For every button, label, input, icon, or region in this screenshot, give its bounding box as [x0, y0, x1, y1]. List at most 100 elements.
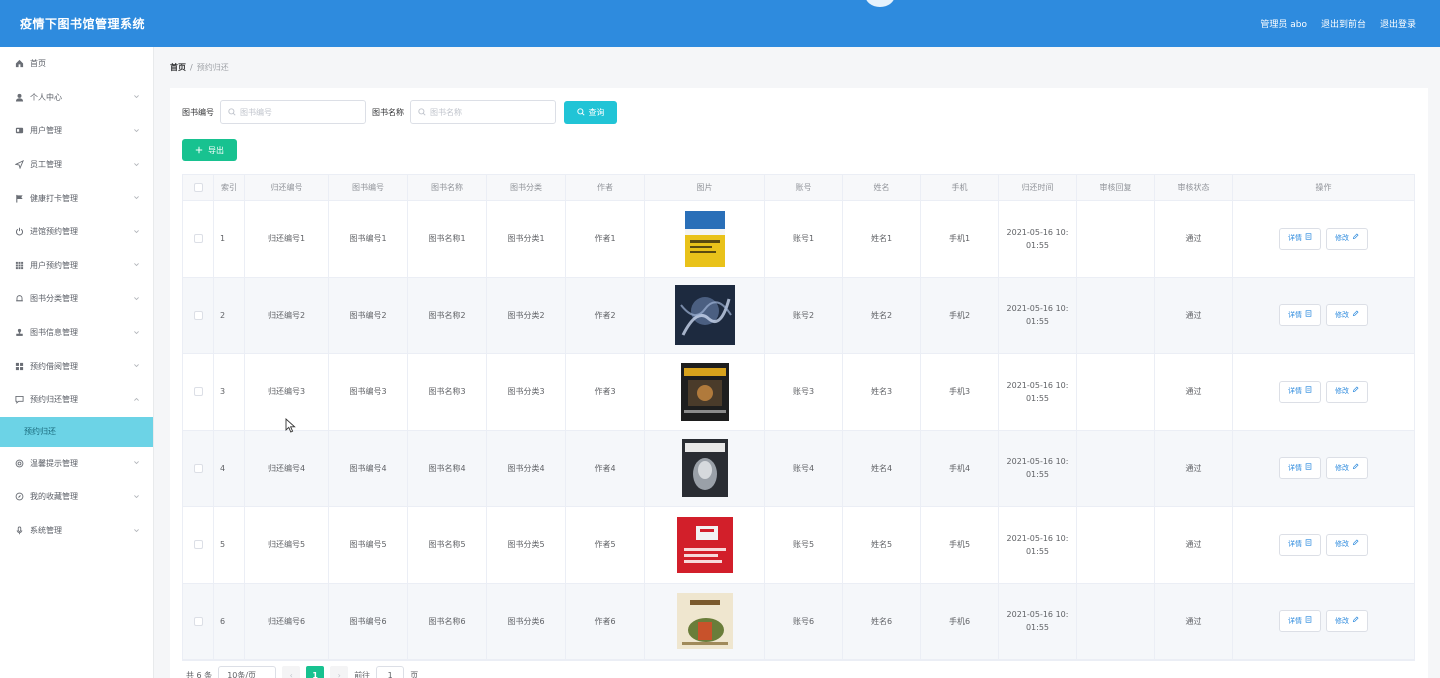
category-value: 图书分类4: [507, 463, 545, 473]
table-row: 3 归还编号3 图书编号3 图书名称3 图书分类3 作者3 账号3 姓名3 手机3 2021-05…: [183, 354, 1414, 431]
prev-page-button[interactable]: ‹: [282, 666, 301, 678]
chevron-right-icon: ›: [337, 670, 341, 678]
top-header: 疫情下图书馆管理系统 管理员 abo 退出到前台 退出登录: [0, 0, 1440, 47]
edit-button[interactable]: 修改: [1326, 304, 1368, 327]
index-value: 6: [220, 616, 226, 626]
column-header: 图片: [645, 175, 765, 200]
row-actions: 详情 修改: [1279, 610, 1368, 633]
name-cell: 姓名5: [843, 507, 921, 583]
book-no-input[interactable]: 图书编号: [220, 100, 366, 124]
sidebar-bell-item[interactable]: 图书分类管理: [0, 282, 153, 316]
goto-page-input[interactable]: 1: [376, 666, 405, 678]
edit-button[interactable]: 修改: [1326, 227, 1368, 250]
sidebar-help-item[interactable]: 温馨提示管理: [0, 447, 153, 481]
index-value: 1: [220, 234, 226, 244]
column-header-label: 审核状态: [1177, 183, 1210, 192]
select-all-checkbox[interactable]: [193, 183, 203, 192]
return-time-value: 2021-05-16 10:01:55: [1006, 533, 1069, 556]
sidebar-subitem-return[interactable]: 预约归还: [0, 416, 153, 447]
document-icon: [1305, 385, 1312, 398]
sidebar-message-item[interactable]: 预约归还管理: [0, 383, 153, 417]
actions-cell: 详情 修改: [1233, 278, 1414, 354]
query-button[interactable]: 查询: [564, 100, 617, 124]
row-checkbox[interactable]: [193, 616, 203, 626]
review-reply-cell: [1077, 354, 1155, 430]
sidebar-home-item[interactable]: 首页: [0, 47, 153, 81]
search-form: 图书编号 图书编号 图书名称 图书名称 查询: [182, 100, 617, 124]
review-reply-cell: [1077, 507, 1155, 583]
export-button[interactable]: 导出: [182, 139, 237, 161]
row-checkbox[interactable]: [193, 234, 203, 244]
author-value: 作者6: [594, 616, 616, 626]
review-status-cell: 通过: [1155, 430, 1233, 506]
sidebar-stamp-item[interactable]: 图书信息管理: [0, 316, 153, 350]
row-checkbox[interactable]: [193, 540, 203, 550]
book-cover-image: [675, 438, 735, 498]
edit-button[interactable]: 修改: [1326, 380, 1368, 403]
table-row: 4 归还编号4 图书编号4 图书名称4 图书分类4 作者4 账号4 姓名4 手机4 2021-05…: [183, 430, 1414, 507]
name-value: 姓名3: [870, 387, 893, 397]
detail-button-label: 详情: [1288, 310, 1302, 319]
sidebar-flag-item[interactable]: 健康打卡管理: [0, 181, 153, 215]
sidebar-mic-item[interactable]: 系统管理: [0, 514, 153, 548]
page-size-select[interactable]: 10条/页: [218, 666, 277, 678]
select-all-cell[interactable]: [183, 175, 214, 200]
detail-button[interactable]: 详情: [1279, 304, 1321, 327]
row-select-cell: [183, 201, 214, 277]
sidebar-item-label: 员工管理: [30, 160, 62, 170]
sidebar-power-item[interactable]: 进馆预约管理: [0, 215, 153, 249]
column-header-label: 姓名: [873, 183, 890, 192]
author-cell: 作者4: [566, 430, 645, 506]
page-number-label: 1: [312, 670, 318, 678]
sidebar-compass-item[interactable]: 我的收藏管理: [0, 480, 153, 514]
detail-button[interactable]: 详情: [1279, 610, 1321, 633]
back-to-front-link[interactable]: 退出到前台: [1321, 17, 1366, 30]
book-no-cell: 图书编号6: [329, 583, 408, 659]
edit-button[interactable]: 修改: [1326, 457, 1368, 480]
book-name-input[interactable]: 图书名称: [410, 100, 556, 124]
column-header: 审核状态: [1155, 175, 1233, 200]
row-checkbox[interactable]: [193, 387, 203, 397]
logout-link[interactable]: 退出登录: [1380, 17, 1416, 30]
author-value: 作者3: [594, 387, 616, 397]
breadcrumb: 首页 / 预约归还: [170, 62, 229, 73]
help-icon: [14, 458, 24, 468]
edit-button[interactable]: 修改: [1326, 610, 1368, 633]
book-no-value: 图书编号3: [349, 387, 387, 397]
phone-value: 手机2: [948, 310, 971, 320]
sidebar-send-item[interactable]: 员工管理: [0, 148, 153, 182]
phone-value: 手机1: [948, 234, 971, 244]
breadcrumb-home[interactable]: 首页: [170, 63, 186, 72]
book-no-cell: 图书编号1: [329, 201, 408, 277]
bell-icon: [14, 294, 24, 304]
sidebar-grid-item[interactable]: 用户预约管理: [0, 249, 153, 283]
header-actions: 管理员 abo 退出到前台 退出登录: [1260, 17, 1416, 30]
sidebar-user-item[interactable]: 个人中心: [0, 81, 153, 115]
book-name-label: 图书名称: [372, 107, 404, 117]
book-cover-image: [675, 515, 735, 575]
column-header: 图书编号: [329, 175, 408, 200]
edit-button[interactable]: 修改: [1326, 533, 1368, 556]
book-no-cell: 图书编号5: [329, 507, 408, 583]
category-cell: 图书分类1: [487, 201, 566, 277]
row-checkbox[interactable]: [193, 463, 203, 473]
row-select-cell: [183, 354, 214, 430]
column-header-label: 索引: [221, 183, 237, 192]
index-cell: 6: [214, 583, 245, 659]
review-reply-cell: [1077, 583, 1155, 659]
detail-button[interactable]: 详情: [1279, 533, 1321, 556]
sidebar-apps-item[interactable]: 预约借阅管理: [0, 349, 153, 383]
detail-button[interactable]: 详情: [1279, 227, 1321, 250]
account-value: 账号1: [792, 234, 815, 244]
page-number-button[interactable]: 1: [306, 666, 325, 678]
sidebar-id-card-item[interactable]: 用户管理: [0, 114, 153, 148]
detail-button[interactable]: 详情: [1279, 380, 1321, 403]
review-reply-cell: [1077, 277, 1155, 353]
document-icon: [1305, 538, 1312, 551]
next-page-button[interactable]: ›: [330, 666, 349, 678]
page-size-value: 10条/页: [227, 670, 257, 678]
phone-value: 手机4: [948, 463, 971, 473]
chevron-down-icon: [133, 93, 141, 101]
row-checkbox[interactable]: [193, 310, 203, 320]
detail-button[interactable]: 详情: [1279, 457, 1321, 480]
